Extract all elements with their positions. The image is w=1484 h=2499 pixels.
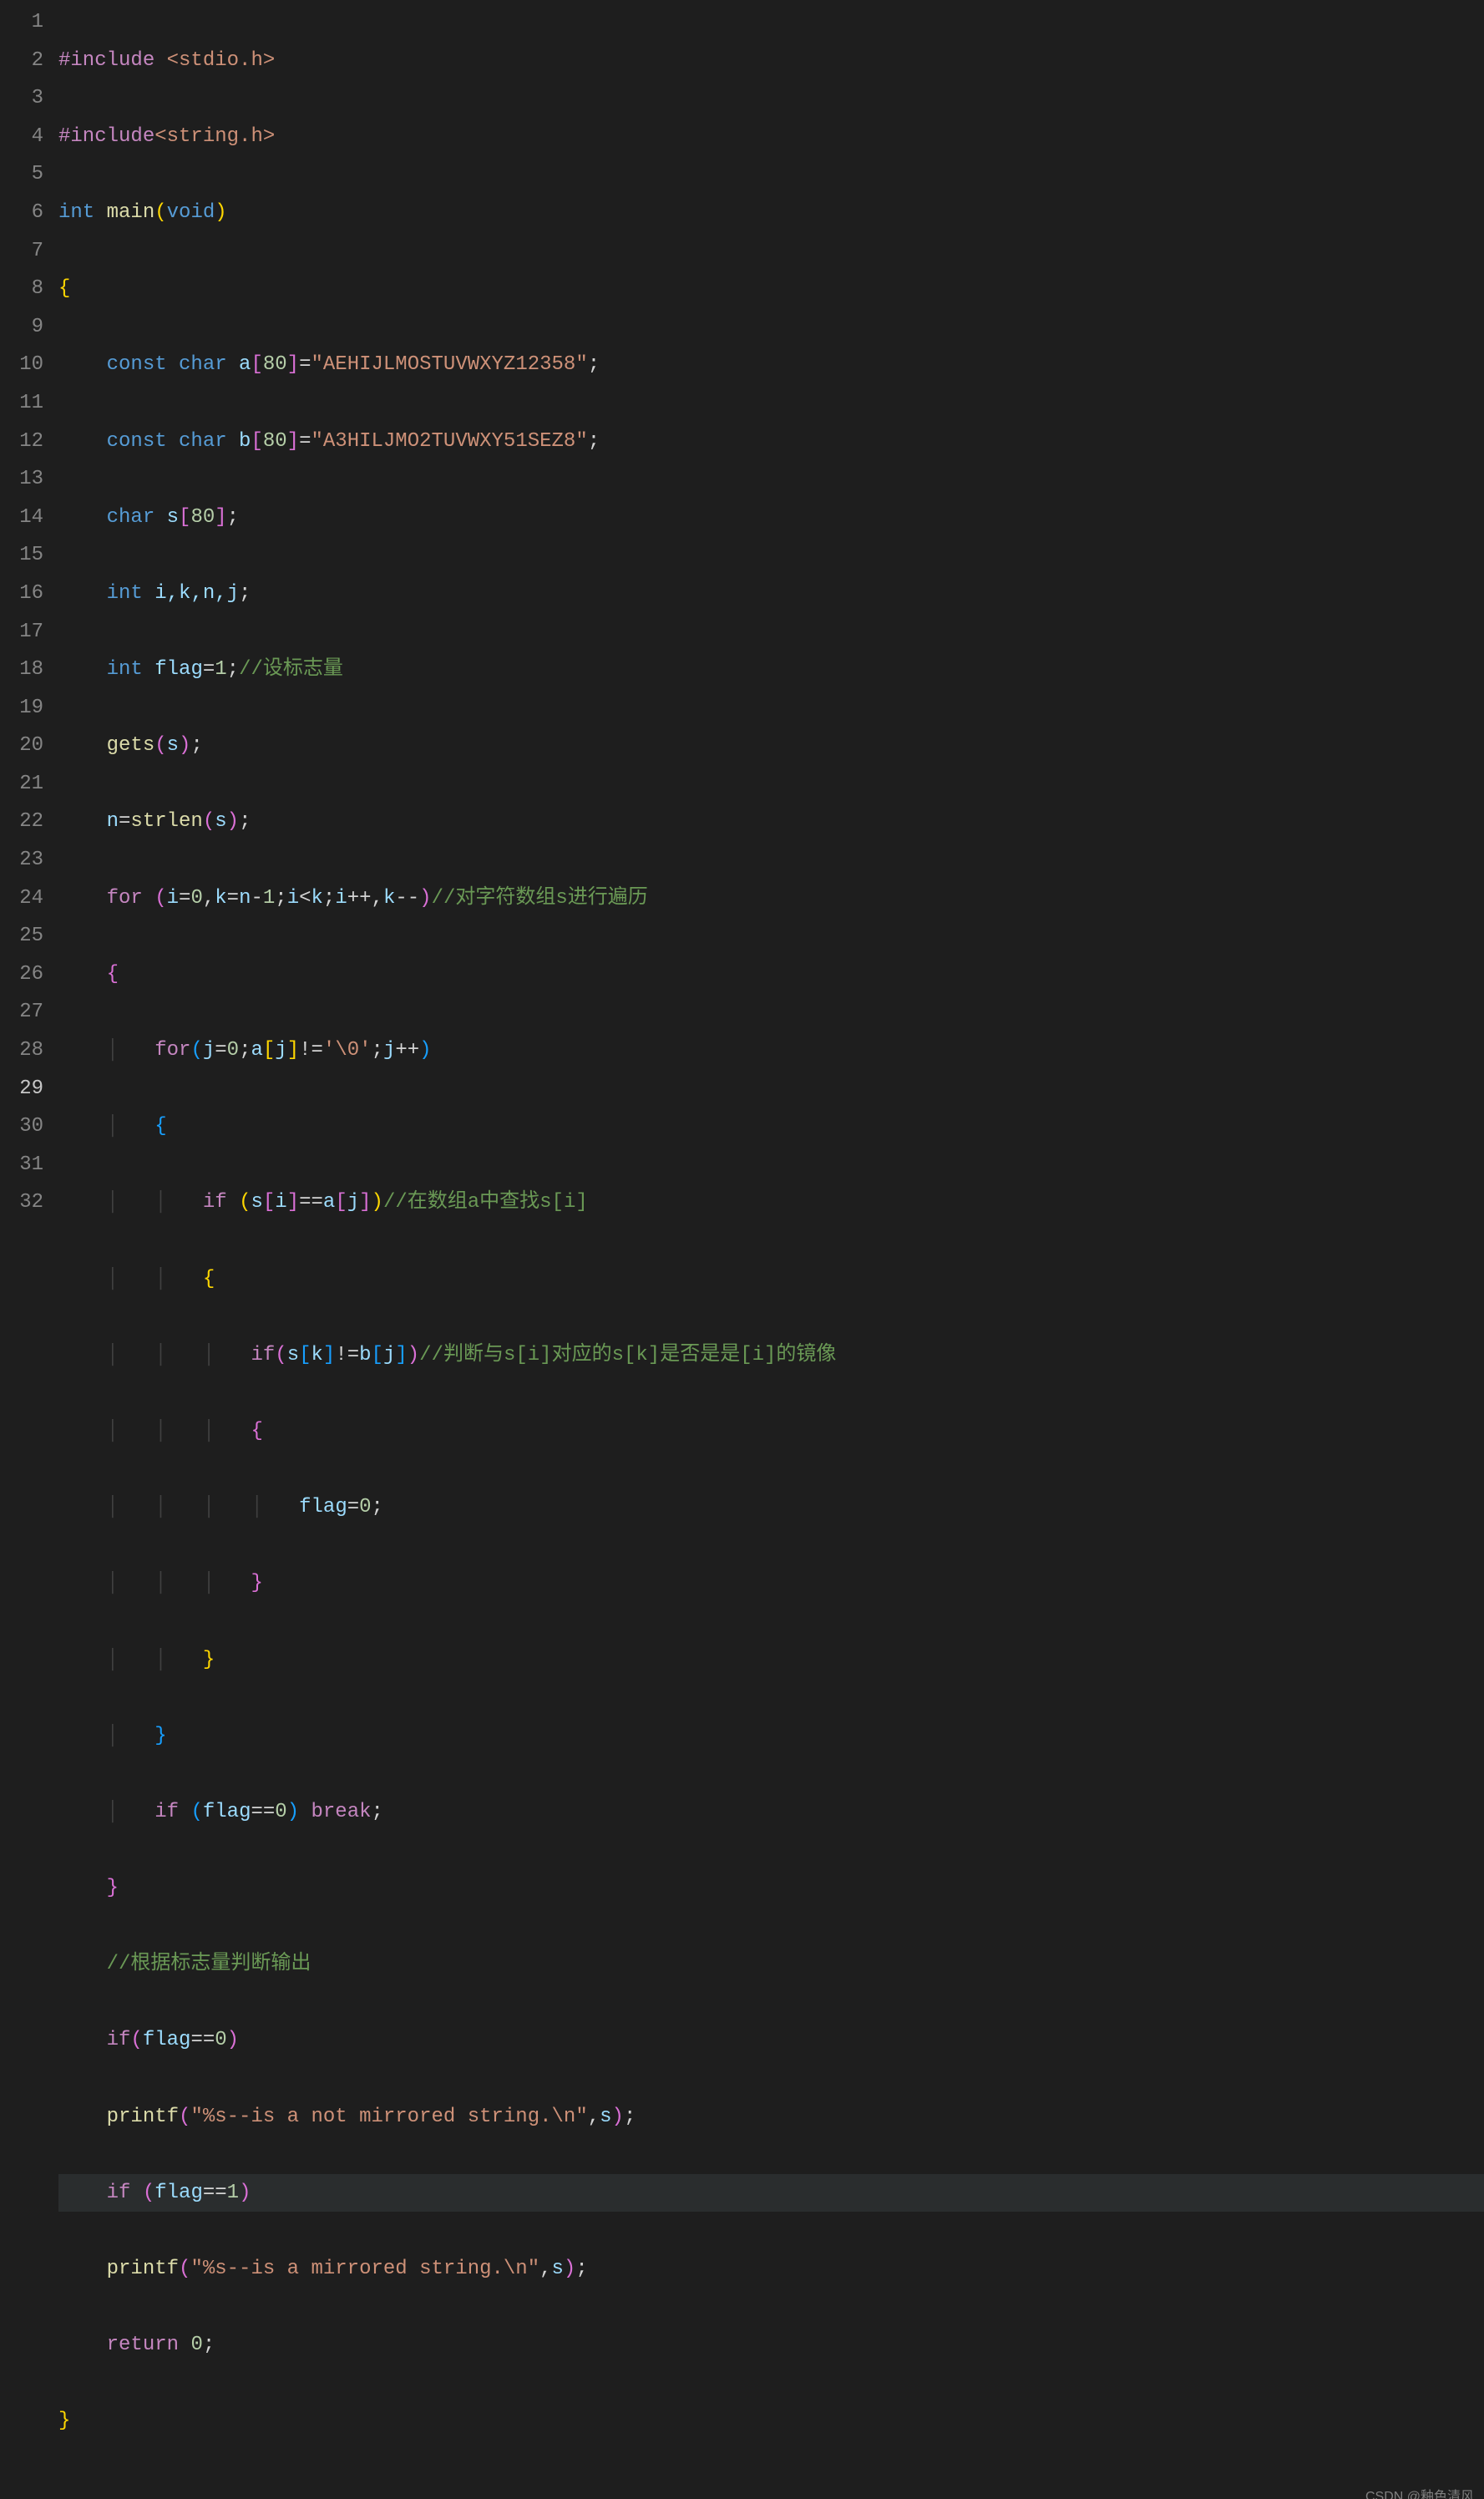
code-line[interactable]: #include <stdio.h> (58, 42, 1484, 80)
line-number: 23 (0, 841, 58, 879)
code-line[interactable]: //根据标志量判断输出 (58, 1945, 1484, 1984)
code-line[interactable]: const char a[80]="AEHIJLMOSTUVWXYZ12358"… (58, 346, 1484, 384)
line-number: 4 (0, 118, 58, 156)
line-number: 19 (0, 689, 58, 727)
line-number: 31 (0, 1146, 58, 1184)
line-number: 11 (0, 384, 58, 423)
code-line[interactable]: return 0; (58, 2326, 1484, 2365)
line-number: 15 (0, 536, 58, 575)
code-line-active[interactable]: if (flag==1) (58, 2174, 1484, 2213)
line-number: 22 (0, 803, 58, 841)
code-line[interactable]: { (58, 270, 1484, 308)
line-number: 2 (0, 42, 58, 80)
line-number: 9 (0, 308, 58, 347)
code-area[interactable]: #include <stdio.h> #include<string.h> in… (58, 0, 1484, 2499)
code-line[interactable]: const char b[80]="A3HILJMO2TUVWXY51SEZ8"… (58, 423, 1484, 461)
code-line[interactable]: if(flag==0) (58, 2021, 1484, 2060)
line-number: 32 (0, 1184, 58, 1222)
line-number-gutter: 1 2 3 4 5 6 7 8 9 10 11 12 13 14 15 16 1… (0, 0, 58, 2499)
line-number: 20 (0, 727, 58, 765)
code-line[interactable]: │ } (58, 1717, 1484, 1756)
code-line[interactable]: │ │ { (58, 1260, 1484, 1299)
code-line[interactable]: │ │ │ │ flag=0; (58, 1488, 1484, 1527)
code-line[interactable]: printf("%s--is a mirrored string.\n",s); (58, 2250, 1484, 2289)
line-number: 16 (0, 575, 58, 613)
line-number: 13 (0, 460, 58, 499)
code-line[interactable]: │ { (58, 1108, 1484, 1146)
line-number: 27 (0, 993, 58, 1032)
line-number: 1 (0, 3, 58, 42)
line-number: 10 (0, 346, 58, 384)
code-line[interactable]: } (58, 2402, 1484, 2441)
line-number: 14 (0, 499, 58, 537)
code-line[interactable]: int main(void) (58, 194, 1484, 232)
code-line[interactable]: int i,k,n,j; (58, 575, 1484, 613)
code-line[interactable]: gets(s); (58, 727, 1484, 765)
line-number: 12 (0, 423, 58, 461)
code-line[interactable]: │ │ if (s[i]==a[j])//在数组a中查找s[i] (58, 1184, 1484, 1222)
code-line[interactable]: { (58, 956, 1484, 994)
line-number: 26 (0, 956, 58, 994)
line-number: 5 (0, 155, 58, 194)
line-number-active: 29 (0, 1070, 58, 1108)
code-line[interactable]: #include<string.h> (58, 118, 1484, 156)
line-number: 21 (0, 765, 58, 803)
line-number: 17 (0, 613, 58, 651)
line-number: 18 (0, 651, 58, 689)
line-number: 24 (0, 879, 58, 918)
code-line[interactable]: │ if (flag==0) break; (58, 1793, 1484, 1832)
line-number: 8 (0, 270, 58, 308)
watermark-text: CSDN @釉色清风 (1365, 2485, 1474, 2499)
code-line[interactable]: │ │ } (58, 1641, 1484, 1680)
line-number: 7 (0, 232, 58, 271)
line-number: 6 (0, 194, 58, 232)
code-line[interactable]: │ │ │ if(s[k]!=b[j])//判断与s[i]对应的s[k]是否是是… (58, 1336, 1484, 1375)
code-line[interactable]: char s[80]; (58, 499, 1484, 537)
code-line[interactable]: int flag=1;//设标志量 (58, 651, 1484, 689)
code-line[interactable]: n=strlen(s); (58, 803, 1484, 841)
code-line[interactable]: } (58, 1869, 1484, 1908)
line-number: 30 (0, 1108, 58, 1146)
line-number: 3 (0, 79, 58, 118)
code-editor[interactable]: 1 2 3 4 5 6 7 8 9 10 11 12 13 14 15 16 1… (0, 0, 1484, 2499)
code-line[interactable]: │ for(j=0;a[j]!='\0';j++) (58, 1032, 1484, 1070)
code-line[interactable]: │ │ │ { (58, 1412, 1484, 1451)
line-number: 28 (0, 1032, 58, 1070)
code-line[interactable]: printf("%s--is a not mirrored string.\n"… (58, 2098, 1484, 2137)
code-line[interactable]: for (i=0,k=n-1;i<k;i++,k--)//对字符数组s进行遍历 (58, 879, 1484, 918)
code-line[interactable]: │ │ │ } (58, 1564, 1484, 1603)
line-number: 25 (0, 917, 58, 956)
